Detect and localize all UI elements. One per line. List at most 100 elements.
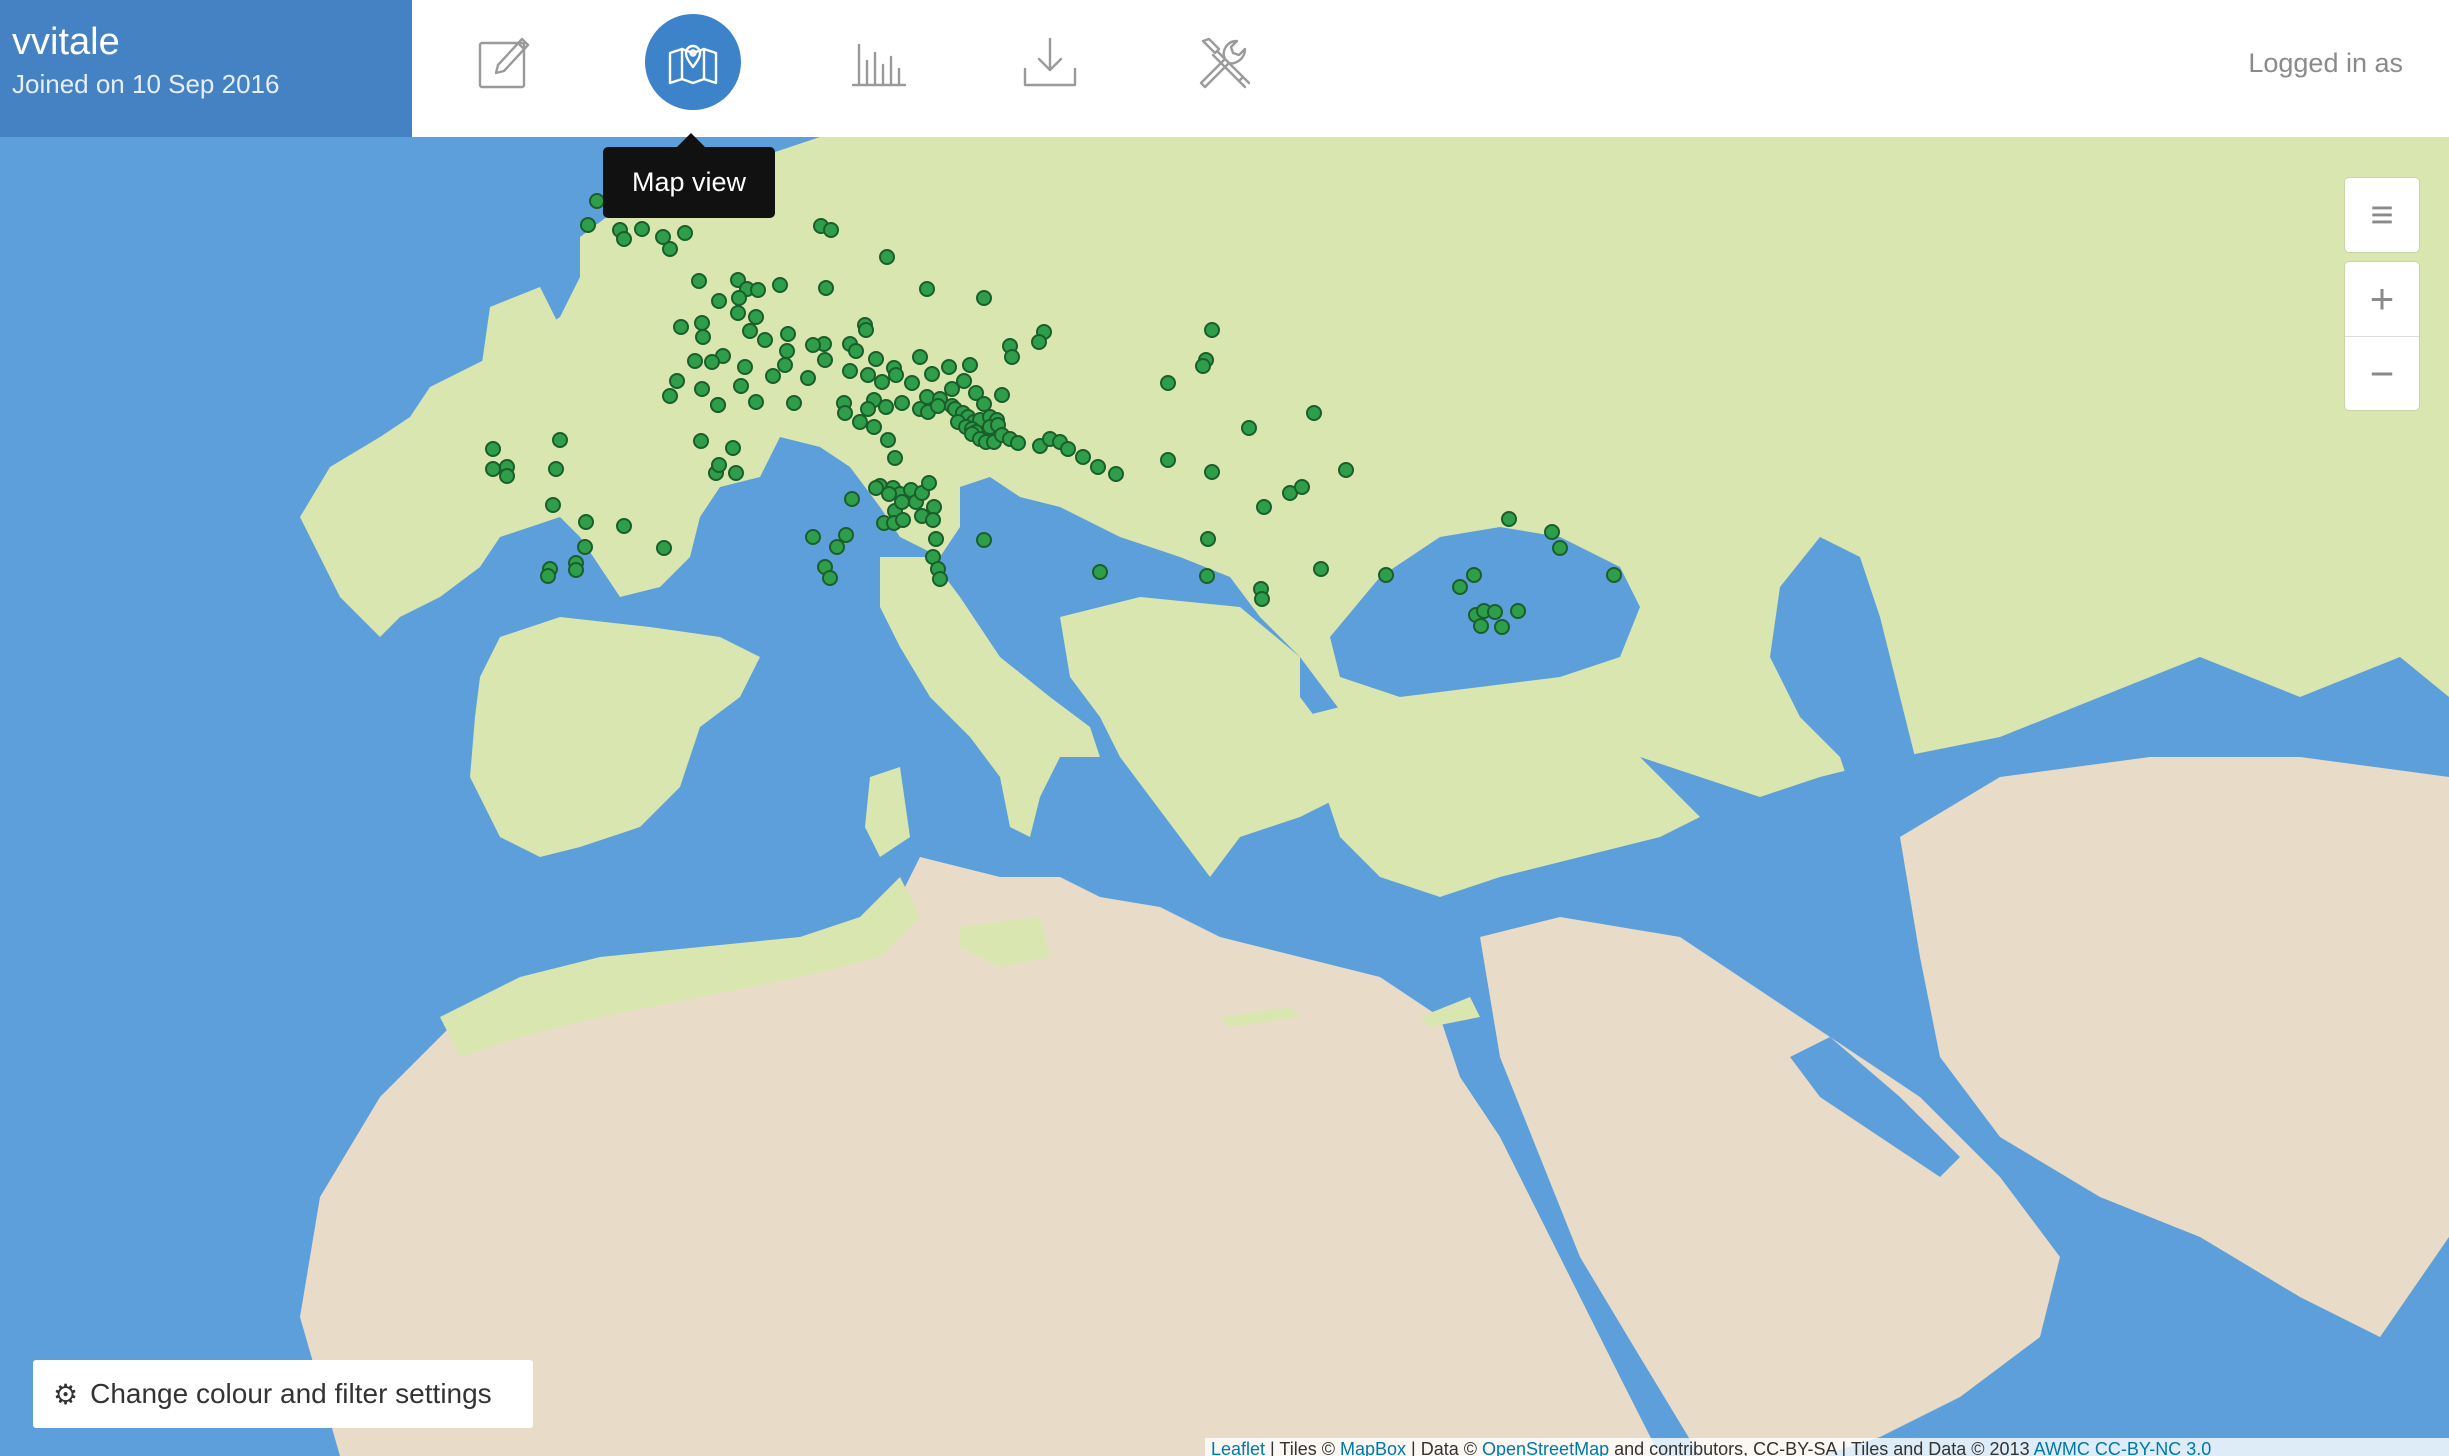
site-marker[interactable] (904, 375, 920, 391)
site-marker[interactable] (860, 367, 876, 383)
site-marker[interactable] (485, 441, 501, 457)
site-marker[interactable] (1378, 567, 1394, 583)
site-marker[interactable] (634, 221, 650, 237)
site-marker[interactable] (1338, 462, 1354, 478)
site-marker[interactable] (860, 401, 876, 417)
site-marker[interactable] (805, 529, 821, 545)
site-marker[interactable] (880, 432, 896, 448)
site-marker[interactable] (822, 570, 838, 586)
site-marker[interactable] (1090, 459, 1106, 475)
site-marker[interactable] (725, 440, 741, 456)
osm-link[interactable]: OpenStreetMap (1482, 1439, 1609, 1456)
nav-statistics-button[interactable] (830, 14, 926, 110)
site-marker[interactable] (868, 351, 884, 367)
site-marker[interactable] (568, 562, 584, 578)
site-marker[interactable] (748, 309, 764, 325)
site-marker[interactable] (866, 419, 882, 435)
site-marker[interactable] (780, 326, 796, 342)
site-marker[interactable] (1092, 564, 1108, 580)
site-marker[interactable] (976, 532, 992, 548)
map-view[interactable] (0, 137, 2449, 1456)
site-marker[interactable] (728, 465, 744, 481)
site-marker[interactable] (976, 396, 992, 412)
site-marker[interactable] (878, 399, 894, 415)
nav-edit-button[interactable] (457, 14, 553, 110)
site-marker[interactable] (677, 225, 693, 241)
site-marker[interactable] (800, 370, 816, 386)
site-marker[interactable] (757, 332, 773, 348)
site-marker[interactable] (616, 518, 632, 534)
site-marker[interactable] (691, 273, 707, 289)
site-marker[interactable] (694, 381, 710, 397)
site-marker[interactable] (485, 461, 501, 477)
site-marker[interactable] (994, 387, 1010, 403)
site-marker[interactable] (1494, 619, 1510, 635)
site-marker[interactable] (976, 290, 992, 306)
site-marker[interactable] (540, 568, 556, 584)
site-marker[interactable] (694, 315, 710, 331)
site-marker[interactable] (818, 280, 834, 296)
site-marker[interactable] (858, 322, 874, 338)
site-marker[interactable] (662, 388, 678, 404)
site-marker[interactable] (932, 571, 948, 587)
site-marker[interactable] (1606, 567, 1622, 583)
site-marker[interactable] (772, 277, 788, 293)
site-marker[interactable] (673, 319, 689, 335)
site-marker[interactable] (1060, 441, 1076, 457)
site-marker[interactable] (786, 395, 802, 411)
site-marker[interactable] (656, 540, 672, 556)
site-marker[interactable] (894, 494, 910, 510)
site-marker[interactable] (868, 480, 884, 496)
site-marker[interactable] (669, 373, 685, 389)
site-marker[interactable] (895, 512, 911, 528)
site-marker[interactable] (1108, 466, 1124, 482)
site-marker[interactable] (693, 433, 709, 449)
site-marker[interactable] (730, 305, 746, 321)
site-marker[interactable] (710, 397, 726, 413)
zoom-in-button[interactable]: + (2345, 262, 2419, 336)
site-marker[interactable] (1075, 449, 1091, 465)
site-marker[interactable] (1256, 499, 1272, 515)
site-marker[interactable] (1254, 591, 1270, 607)
site-marker[interactable] (928, 531, 944, 547)
site-marker[interactable] (930, 398, 946, 414)
site-marker[interactable] (1160, 452, 1176, 468)
site-marker[interactable] (499, 468, 515, 484)
site-marker[interactable] (881, 486, 897, 502)
site-marker[interactable] (548, 461, 564, 477)
site-marker[interactable] (1031, 334, 1047, 350)
site-marker[interactable] (944, 381, 960, 397)
leaflet-link[interactable]: Leaflet (1211, 1439, 1265, 1456)
site-marker[interactable] (921, 475, 937, 491)
site-marker[interactable] (926, 499, 942, 515)
filter-settings-button[interactable]: ⚙ Change colour and filter settings (33, 1360, 533, 1428)
site-marker[interactable] (848, 343, 864, 359)
site-marker[interactable] (879, 249, 895, 265)
site-marker[interactable] (924, 366, 940, 382)
site-marker[interactable] (577, 539, 593, 555)
site-marker[interactable] (894, 395, 910, 411)
site-marker[interactable] (750, 282, 766, 298)
site-marker[interactable] (748, 394, 764, 410)
layers-button[interactable]: ≡ (2345, 178, 2419, 252)
nav-map-button[interactable] (645, 14, 741, 110)
site-marker[interactable] (1241, 420, 1257, 436)
site-marker[interactable] (733, 378, 749, 394)
mapbox-link[interactable]: MapBox (1340, 1439, 1406, 1456)
site-marker[interactable] (817, 352, 833, 368)
site-marker[interactable] (912, 349, 928, 365)
site-marker[interactable] (805, 337, 821, 353)
site-marker[interactable] (731, 290, 747, 306)
site-marker[interactable] (887, 450, 903, 466)
site-marker[interactable] (1294, 479, 1310, 495)
site-marker[interactable] (695, 329, 711, 345)
site-marker[interactable] (687, 353, 703, 369)
site-marker[interactable] (925, 512, 941, 528)
site-marker[interactable] (552, 432, 568, 448)
site-marker[interactable] (1160, 375, 1176, 391)
site-marker[interactable] (919, 281, 935, 297)
site-marker[interactable] (765, 368, 781, 384)
awmc-link[interactable]: AWMC CC-BY-NC 3.0 (2034, 1439, 2212, 1456)
site-marker[interactable] (823, 222, 839, 238)
site-marker[interactable] (616, 231, 632, 247)
